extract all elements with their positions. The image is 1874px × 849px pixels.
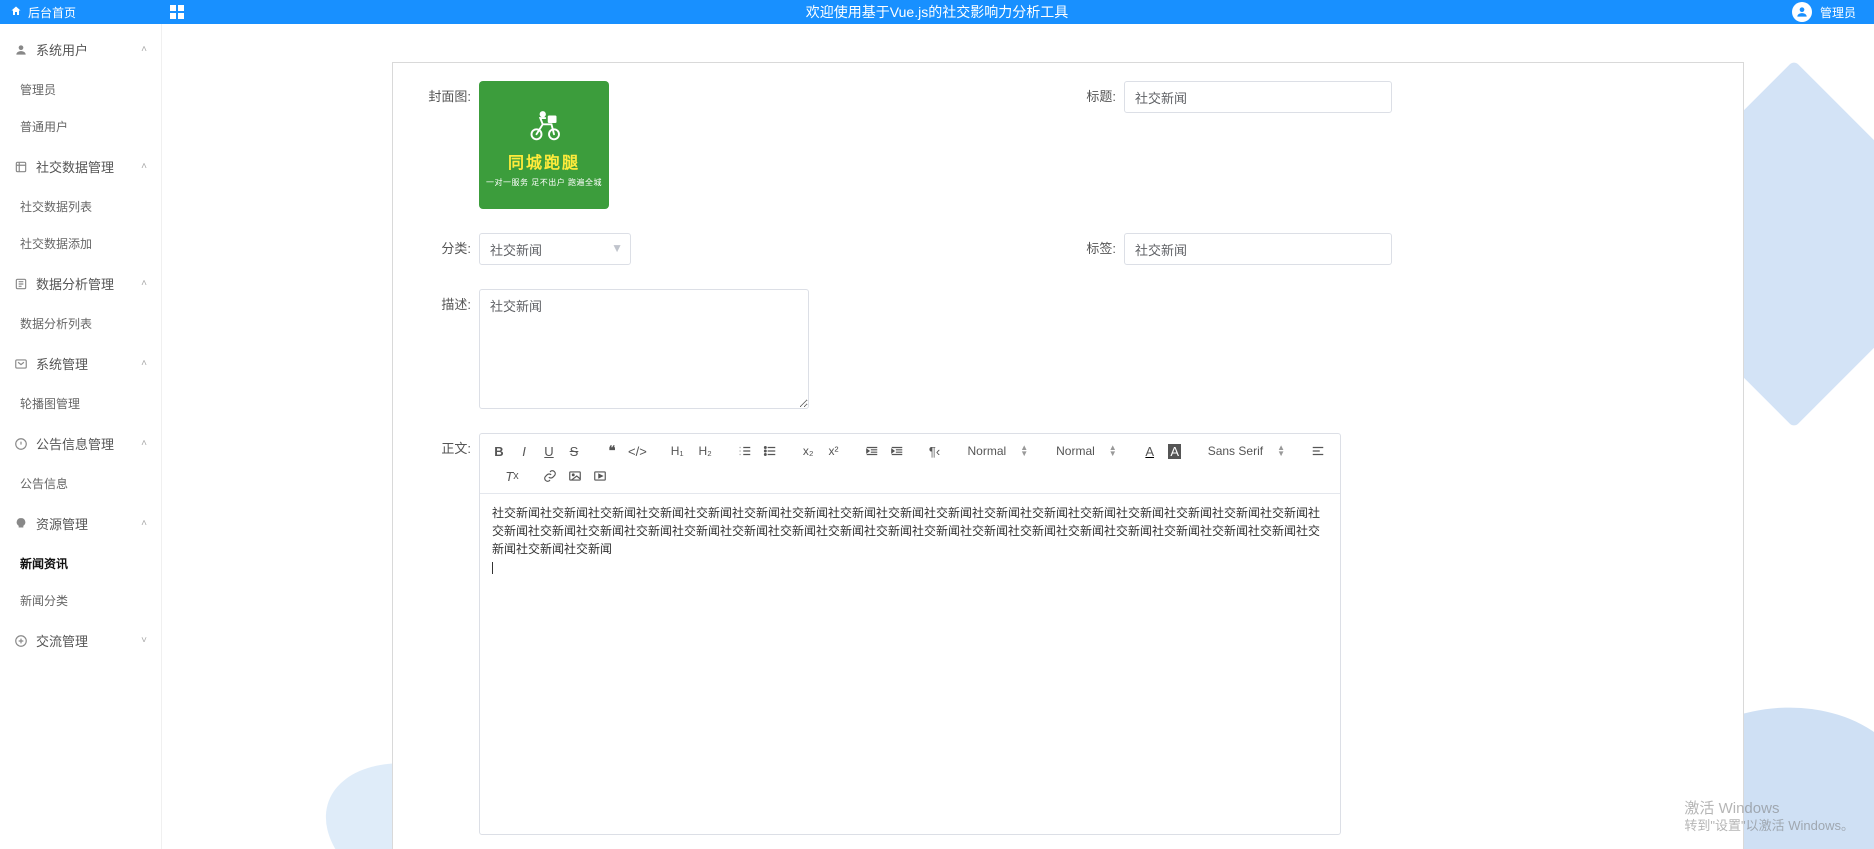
menu-item[interactable]: 社交数据添加 bbox=[0, 225, 161, 262]
menu-group-label: 社交数据管理 bbox=[36, 157, 114, 176]
rider-icon bbox=[524, 103, 564, 143]
superscript-button[interactable]: x² bbox=[823, 440, 845, 462]
editor-content: 社交新闻社交新闻社交新闻社交新闻社交新闻社交新闻社交新闻社交新闻社交新闻社交新闻… bbox=[492, 504, 1328, 558]
chevron-icon: ˄ bbox=[141, 438, 147, 449]
updown-icon: ▲▼ bbox=[1277, 445, 1285, 457]
avatar bbox=[1792, 2, 1812, 22]
sidebar: 系统用户˄管理员普通用户社交数据管理˄社交数据列表社交数据添加数据分析管理˄数据… bbox=[0, 24, 162, 849]
direction-button[interactable]: ¶‹ bbox=[924, 440, 946, 462]
size-value: Normal bbox=[1056, 444, 1095, 458]
font-select[interactable]: Sans Serif ▲▼ bbox=[1202, 444, 1291, 458]
menu-item[interactable]: 轮播图管理 bbox=[0, 385, 161, 422]
ul-button[interactable] bbox=[759, 440, 781, 462]
chevron-icon: ˅ bbox=[141, 635, 147, 646]
label-tag: 标签: bbox=[1068, 233, 1124, 265]
menu-group-head[interactable]: 系统管理 ˄ bbox=[0, 342, 161, 385]
chevron-icon: ˄ bbox=[141, 278, 147, 289]
label-title: 标题: bbox=[1068, 81, 1124, 113]
form-panel: 封面图: 同城跑腿 一对一服务 足不出户 跑遍全城 bbox=[392, 62, 1744, 849]
page-title: 欢迎使用基于Vue.js的社交影响力分析工具 bbox=[806, 2, 1068, 22]
apps-button[interactable] bbox=[170, 5, 184, 19]
menu-icon bbox=[14, 357, 28, 371]
h1-button[interactable]: H₁ bbox=[665, 440, 690, 462]
home-link[interactable]: 后台首页 bbox=[0, 4, 86, 21]
menu-group-head[interactable]: 资源管理 ˄ bbox=[0, 502, 161, 545]
grid-icon bbox=[170, 5, 184, 19]
indent-button[interactable] bbox=[886, 440, 908, 462]
font-value: Sans Serif bbox=[1208, 444, 1263, 458]
label-category: 分类: bbox=[423, 233, 479, 265]
bold-button[interactable]: B bbox=[488, 440, 510, 462]
menu-group-head[interactable]: 系统用户 ˄ bbox=[0, 28, 161, 71]
color-button[interactable]: A bbox=[1139, 440, 1161, 462]
tag-input[interactable] bbox=[1124, 233, 1392, 265]
home-icon bbox=[10, 5, 22, 20]
cover-image[interactable]: 同城跑腿 一对一服务 足不出户 跑遍全城 bbox=[479, 81, 609, 209]
rich-editor: B I U S ❝ </> H₁ H₂ bbox=[479, 433, 1341, 835]
chevron-icon: ˄ bbox=[141, 518, 147, 529]
desc-textarea[interactable]: 社交新闻 bbox=[479, 289, 809, 409]
menu-item[interactable]: 新闻分类 bbox=[0, 582, 161, 619]
h2-button[interactable]: H₂ bbox=[693, 440, 718, 462]
user-name: 管理员 bbox=[1820, 4, 1856, 21]
align-button[interactable] bbox=[1307, 440, 1329, 462]
cover-text-sub: 一对一服务 足不出户 跑遍全城 bbox=[486, 177, 602, 188]
menu-item[interactable]: 社交数据列表 bbox=[0, 188, 161, 225]
title-input[interactable] bbox=[1124, 81, 1392, 113]
menu-icon bbox=[14, 43, 28, 57]
chevron-icon: ˄ bbox=[141, 161, 147, 172]
menu-group-label: 数据分析管理 bbox=[36, 274, 114, 293]
menu-group-head[interactable]: 公告信息管理 ˄ bbox=[0, 422, 161, 465]
menu-group-head[interactable]: 数据分析管理 ˄ bbox=[0, 262, 161, 305]
italic-button[interactable]: I bbox=[513, 440, 535, 462]
menu-group-label: 资源管理 bbox=[36, 514, 88, 533]
underline-button[interactable]: U bbox=[538, 440, 560, 462]
menu-item[interactable]: 公告信息 bbox=[0, 465, 161, 502]
cover-text-main: 同城跑腿 bbox=[508, 149, 580, 173]
header-value: Normal bbox=[968, 444, 1007, 458]
editor-body[interactable]: 社交新闻社交新闻社交新闻社交新闻社交新闻社交新闻社交新闻社交新闻社交新闻社交新闻… bbox=[480, 494, 1340, 834]
clear-format-button[interactable]: Tx bbox=[501, 465, 523, 487]
quote-button[interactable]: ❝ bbox=[601, 440, 623, 462]
category-value[interactable] bbox=[479, 233, 631, 265]
editor-toolbar: B I U S ❝ </> H₁ H₂ bbox=[480, 434, 1340, 494]
menu-icon bbox=[14, 277, 28, 291]
menu-icon bbox=[14, 517, 28, 531]
outdent-button[interactable] bbox=[861, 440, 883, 462]
label-body: 正文: bbox=[423, 433, 479, 465]
menu-group-label: 系统用户 bbox=[36, 40, 88, 59]
image-button[interactable] bbox=[564, 465, 586, 487]
chevron-icon: ˄ bbox=[141, 358, 147, 369]
video-button[interactable] bbox=[589, 465, 611, 487]
updown-icon: ▲▼ bbox=[1109, 445, 1117, 457]
bgcolor-button[interactable]: A bbox=[1164, 440, 1186, 462]
menu-group-label: 公告信息管理 bbox=[36, 434, 114, 453]
strike-button[interactable]: S bbox=[563, 440, 585, 462]
menu-item[interactable]: 数据分析列表 bbox=[0, 305, 161, 342]
header-select[interactable]: Normal ▲▼ bbox=[962, 444, 1035, 458]
category-select[interactable]: ▼ bbox=[479, 233, 631, 265]
ol-button[interactable] bbox=[734, 440, 756, 462]
menu-item[interactable]: 新闻资讯 bbox=[0, 545, 161, 582]
menu-group-head[interactable]: 社交数据管理 ˄ bbox=[0, 145, 161, 188]
user-menu[interactable]: 管理员 bbox=[1792, 2, 1856, 22]
menu-group-label: 系统管理 bbox=[36, 354, 88, 373]
menu-icon bbox=[14, 634, 28, 648]
updown-icon: ▲▼ bbox=[1020, 445, 1028, 457]
chevron-icon: ˄ bbox=[141, 44, 147, 55]
menu-icon bbox=[14, 437, 28, 451]
home-label: 后台首页 bbox=[28, 4, 76, 21]
label-desc: 描述: bbox=[423, 289, 479, 321]
menu-item[interactable]: 管理员 bbox=[0, 71, 161, 108]
menu-item[interactable]: 普通用户 bbox=[0, 108, 161, 145]
label-cover: 封面图: bbox=[423, 81, 479, 113]
subscript-button[interactable]: x₂ bbox=[797, 440, 820, 462]
size-select[interactable]: Normal ▲▼ bbox=[1050, 444, 1123, 458]
code-button[interactable]: </> bbox=[626, 440, 649, 462]
menu-icon bbox=[14, 160, 28, 174]
menu-group-label: 交流管理 bbox=[36, 631, 88, 650]
link-button[interactable] bbox=[539, 465, 561, 487]
menu-group-head[interactable]: 交流管理 ˅ bbox=[0, 619, 161, 662]
